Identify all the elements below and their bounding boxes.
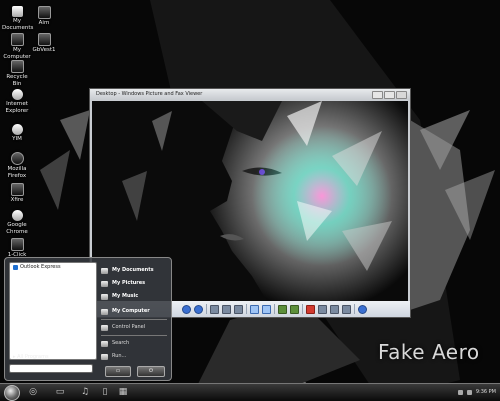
start-menu-item-my-music[interactable]: My Music bbox=[99, 290, 169, 303]
watermark-text: Fake Aero bbox=[378, 340, 480, 364]
control-panel-icon bbox=[101, 324, 108, 331]
zoom-out-button[interactable] bbox=[262, 304, 271, 314]
recycle-bin-icon bbox=[10, 60, 24, 73]
media-player-icon[interactable]: ♫ bbox=[80, 387, 90, 397]
toolbar-separator bbox=[206, 304, 207, 314]
edit-button[interactable] bbox=[342, 304, 351, 314]
window-title: Desktop - Windows Picture and Fax Viewer bbox=[96, 91, 203, 97]
desktop-icon-my-documents[interactable]: My Documents bbox=[2, 6, 33, 31]
delete-button[interactable] bbox=[306, 304, 315, 314]
slideshow-button[interactable] bbox=[234, 304, 243, 314]
folder-icon bbox=[101, 293, 108, 300]
next-image-button[interactable] bbox=[194, 304, 203, 314]
browser-icon[interactable]: ▦ bbox=[118, 387, 128, 397]
app-icon bbox=[37, 33, 51, 46]
desktop-icon-xfire[interactable]: Xfire bbox=[2, 183, 32, 204]
desktop-icon-firefox[interactable]: Mozilla Firefox bbox=[2, 152, 32, 179]
help-button[interactable] bbox=[358, 304, 367, 314]
window-titlebar[interactable]: Desktop - Windows Picture and Fax Viewer bbox=[90, 89, 410, 100]
rotate-counterclockwise-button[interactable] bbox=[290, 304, 299, 314]
chrome-icon bbox=[11, 210, 23, 221]
firefox-icon bbox=[10, 152, 24, 165]
previous-image-button[interactable] bbox=[182, 304, 191, 314]
taskbar: ◎ ▭ ♫ ▯ ▦ 9:36 PM bbox=[0, 383, 500, 401]
shutdown-button[interactable]: ⏻ bbox=[137, 366, 165, 377]
desktop-icon-internet-explorer[interactable]: Internet Explorer bbox=[2, 89, 32, 114]
lock-icon: ▭ bbox=[115, 368, 121, 374]
aim-icon bbox=[37, 6, 51, 19]
windows-flag-icon[interactable]: ◎ bbox=[28, 387, 38, 397]
computer-icon bbox=[10, 33, 24, 46]
start-menu-item-my-pictures[interactable]: My Pictures bbox=[99, 277, 169, 290]
run-icon bbox=[101, 353, 108, 360]
desktop-icon-1-click[interactable]: 1-Click bbox=[2, 238, 32, 259]
show-desktop-icon[interactable]: ▭ bbox=[55, 387, 65, 397]
start-menu-item-run[interactable]: Run... bbox=[99, 350, 169, 363]
start-menu-item-search[interactable]: Search bbox=[99, 337, 169, 350]
search-icon bbox=[101, 340, 108, 347]
desktop-icon-my-computer[interactable]: My Computer bbox=[2, 33, 32, 60]
start-search-input[interactable] bbox=[9, 364, 93, 373]
computer-icon bbox=[101, 308, 108, 315]
toolbar-separator bbox=[354, 304, 355, 314]
start-menu-item-my-documents[interactable]: My Documents bbox=[99, 264, 169, 277]
start-menu-programs-pane: Outlook Express bbox=[9, 262, 97, 360]
actual-size-button[interactable] bbox=[222, 304, 231, 314]
start-menu-item-my-computer[interactable]: My Computer bbox=[99, 305, 169, 318]
folder-icon bbox=[101, 267, 108, 274]
lock-button[interactable]: ▭ bbox=[105, 366, 131, 377]
toolbar-separator bbox=[302, 304, 303, 314]
desktop-icon-yim[interactable]: YIM bbox=[2, 124, 32, 143]
toolbar-separator bbox=[246, 304, 247, 314]
desktop-icon-aim[interactable]: Aim bbox=[29, 6, 59, 27]
start-menu: Outlook Express ▸ All Programs My Docume… bbox=[4, 257, 172, 381]
network-icon[interactable] bbox=[457, 389, 463, 395]
volume-icon[interactable] bbox=[466, 389, 472, 395]
rotate-clockwise-button[interactable] bbox=[278, 304, 287, 314]
print-button[interactable] bbox=[318, 304, 327, 314]
start-menu-item-control-panel[interactable]: Control Panel bbox=[99, 321, 169, 334]
outlook-express-icon bbox=[13, 265, 18, 270]
copy-to-button[interactable] bbox=[330, 304, 339, 314]
toolbar-separator bbox=[274, 304, 275, 314]
folder-icon bbox=[101, 280, 108, 287]
start-button[interactable] bbox=[4, 385, 20, 401]
clock[interactable]: 9:36 PM bbox=[476, 387, 496, 397]
app-icon bbox=[10, 238, 24, 251]
system-tray: 9:36 PM bbox=[457, 387, 496, 397]
zoom-in-button[interactable] bbox=[250, 304, 259, 314]
start-menu-item-outlook-express[interactable]: Outlook Express bbox=[10, 263, 96, 272]
close-button[interactable] bbox=[396, 91, 407, 99]
folder-icon bbox=[11, 6, 23, 17]
menu-separator bbox=[101, 335, 167, 336]
xfire-icon bbox=[10, 183, 24, 196]
internet-explorer-icon bbox=[11, 89, 23, 100]
power-icon: ⏻ bbox=[149, 368, 153, 374]
all-programs-button[interactable]: ▸ All Programs bbox=[9, 352, 99, 362]
best-fit-button[interactable] bbox=[210, 304, 219, 314]
desktop-icon-chrome[interactable]: Google Chrome bbox=[2, 210, 32, 235]
minimize-button[interactable] bbox=[372, 91, 383, 99]
desktop-icon-gbvest1[interactable]: GbVest1 bbox=[29, 33, 59, 54]
folder-icon[interactable]: ▯ bbox=[100, 387, 110, 397]
yahoo-messenger-icon bbox=[11, 124, 23, 135]
menu-separator bbox=[101, 319, 167, 320]
desktop-icon-recycle-bin[interactable]: Recycle Bin bbox=[2, 60, 32, 87]
start-menu-places-pane: My Documents My Pictures My Music My Com… bbox=[99, 264, 169, 363]
maximize-button[interactable] bbox=[384, 91, 395, 99]
